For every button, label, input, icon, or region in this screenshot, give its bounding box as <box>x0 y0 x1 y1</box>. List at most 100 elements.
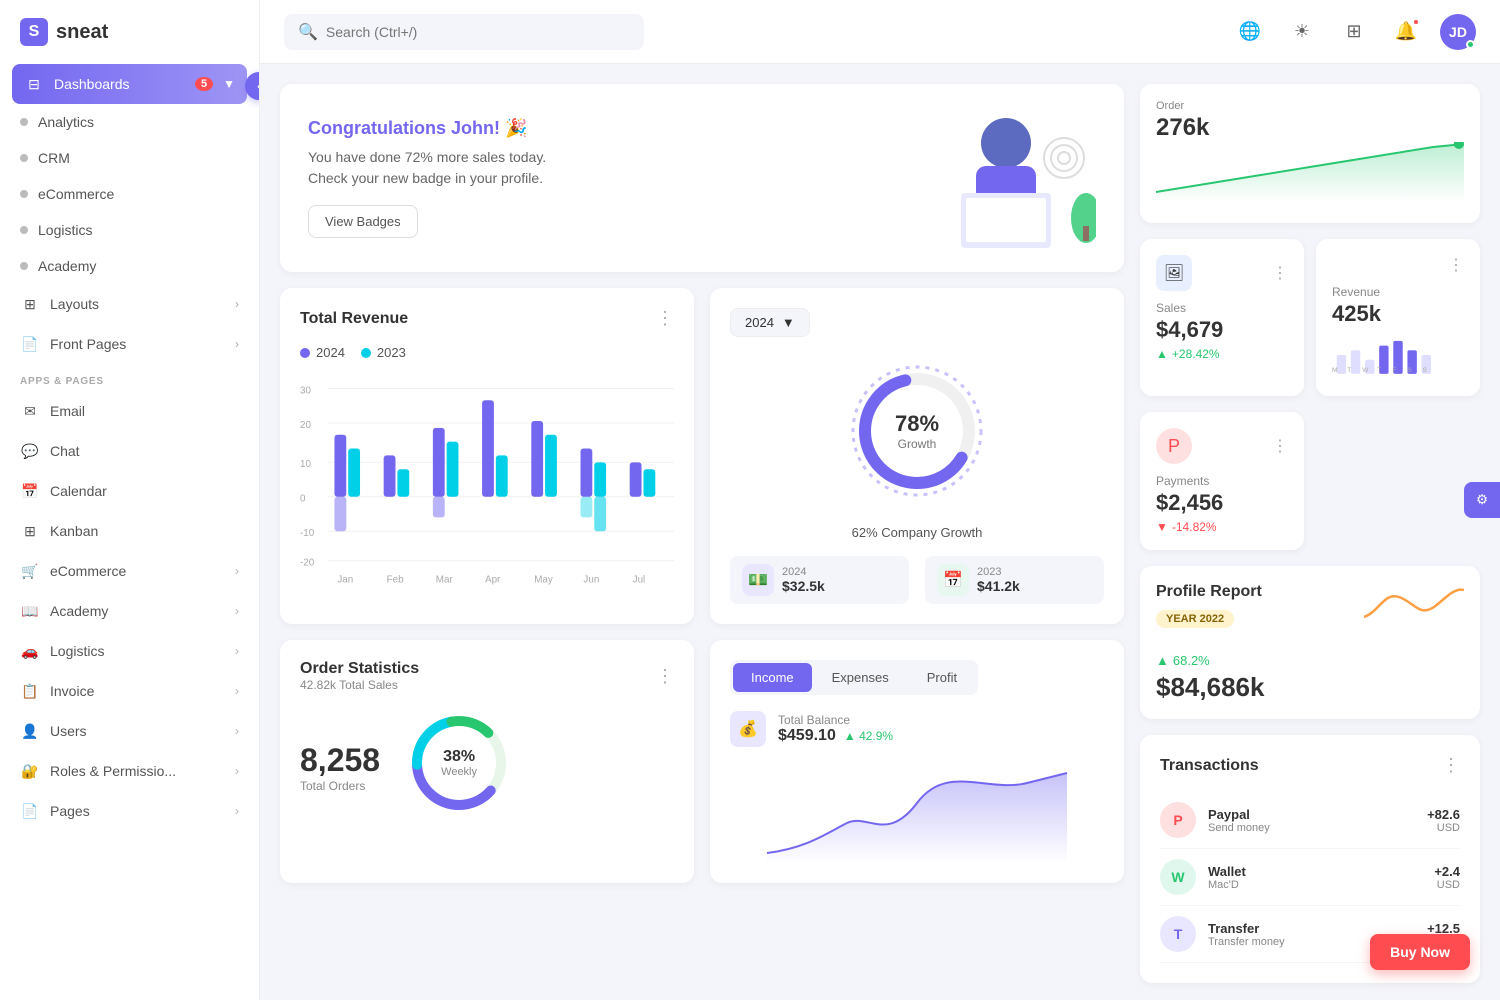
growth-stat-2023: 📅 2023 $41.2k <box>925 556 1104 604</box>
chevron-right-icon: › <box>235 337 239 351</box>
grid-icon[interactable]: ⊞ <box>1336 14 1372 50</box>
sidebar-item-academy2[interactable]: 📖 Academy › <box>0 591 259 631</box>
paypal-icon: P <box>1160 802 1196 838</box>
buy-now-button[interactable]: Buy Now <box>1370 934 1470 970</box>
sidebar-item-chat[interactable]: 💬 Chat <box>0 431 259 471</box>
tab-expenses[interactable]: Expenses <box>814 663 907 692</box>
more-options-icon[interactable]: ⋮ <box>1448 255 1464 275</box>
sidebar-collapse-button[interactable]: ‹ <box>245 72 260 100</box>
pages-icon: 📄 <box>20 801 40 821</box>
section-label: APPS & PAGES <box>0 364 259 391</box>
svg-text:-10: -10 <box>300 528 315 539</box>
dollar-icon: 💵 <box>742 564 774 596</box>
revenue-growth-row: Total Revenue ⋮ 2024 2023 <box>280 288 1124 624</box>
revenue-card-header: Total Revenue ⋮ <box>300 308 674 329</box>
legend-2023: 2023 <box>361 345 406 360</box>
sidebar-item-analytics[interactable]: Analytics <box>0 104 259 140</box>
welcome-title: Congratulations John! 🎉 <box>308 118 896 139</box>
profile-value: $84,686k <box>1156 672 1464 703</box>
payments-value: $2,456 <box>1156 490 1288 516</box>
right-column: Order 276k <box>1140 84 1480 983</box>
welcome-text: Congratulations John! 🎉 You have done 72… <box>308 118 896 238</box>
front-pages-icon: 📄 <box>20 334 40 354</box>
logo: S sneat <box>0 0 259 64</box>
profile-change: ▲ 68.2% <box>1156 653 1464 668</box>
svg-text:W: W <box>1362 367 1369 374</box>
year-badge: YEAR 2022 <box>1156 610 1234 628</box>
nav-dot <box>20 154 28 162</box>
svg-text:M: M <box>1332 367 1338 374</box>
sidebar-item-logistics2[interactable]: 🚗 Logistics › <box>0 631 259 671</box>
profile-sparkline-container <box>1364 582 1464 637</box>
trans-desc-paypal: Send money <box>1208 822 1415 834</box>
calendar-alt-icon: 📅 <box>937 564 969 596</box>
chart-legend: 2024 2023 <box>300 345 674 360</box>
bottom-row: Order Statistics 42.82k Total Sales ⋮ 8,… <box>280 640 1124 883</box>
sidebar-item-pages[interactable]: 📄 Pages › <box>0 791 259 831</box>
more-options-icon[interactable]: ⋮ <box>656 666 674 687</box>
sidebar-item-crm[interactable]: CRM <box>0 140 259 176</box>
sidebar-item-roles[interactable]: 🔐 Roles & Permissio... › <box>0 751 259 791</box>
sidebar-item-label: Front Pages <box>50 336 225 352</box>
globe-icon[interactable]: 🌐 <box>1232 14 1268 50</box>
total-orders-value: 8,258 <box>300 742 380 779</box>
nav-dot <box>20 226 28 234</box>
sidebar-item-front-pages[interactable]: 📄 Front Pages › <box>0 324 259 364</box>
search-box[interactable]: 🔍 <box>284 14 644 50</box>
more-options-icon[interactable]: ⋮ <box>656 308 674 329</box>
settings-button[interactable]: ⚙ <box>1464 482 1500 518</box>
sales-card: 🖼 ⋮ Sales $4,679 ▲ +28.42% <box>1140 239 1304 396</box>
order-donut: 38% Weekly <box>404 708 514 818</box>
avatar[interactable]: JD <box>1440 14 1476 50</box>
welcome-description: You have done 72% more sales today. Chec… <box>308 147 896 189</box>
tab-profit[interactable]: Profit <box>909 663 975 692</box>
more-options-icon[interactable]: ⋮ <box>1272 263 1288 283</box>
sidebar-item-logistics-top[interactable]: Logistics <box>0 212 259 248</box>
trans-desc-wallet: Mac'D <box>1208 879 1422 891</box>
avatar-online-indicator <box>1466 40 1475 49</box>
sidebar-item-dashboards[interactable]: ⊟ Dashboards 5 ▼ <box>12 64 247 104</box>
payments-row: P ⋮ Payments $2,456 ▼ -14.82% <box>1140 412 1480 550</box>
year-selector[interactable]: 2024 ▼ <box>730 308 810 337</box>
sidebar-item-invoice[interactable]: 📋 Invoice › <box>0 671 259 711</box>
svg-text:F: F <box>1392 367 1396 374</box>
svg-text:-20: -20 <box>300 558 315 569</box>
growth-label: Growth <box>895 437 939 451</box>
search-input[interactable] <box>326 24 630 40</box>
sidebar-item-email[interactable]: ✉ Email <box>0 391 259 431</box>
sidebar-item-calendar[interactable]: 📅 Calendar <box>0 471 259 511</box>
stat-year-2024: 2024 <box>782 566 825 578</box>
stat-year-2023: 2023 <box>977 566 1020 578</box>
svg-text:Jan: Jan <box>337 574 353 585</box>
chevron-right-icon: › <box>235 297 239 311</box>
sidebar-item-layouts[interactable]: ⊞ Layouts › <box>0 284 259 324</box>
tab-income[interactable]: Income <box>733 663 812 692</box>
view-badges-button[interactable]: View Badges <box>308 205 418 238</box>
svg-text:S: S <box>1407 367 1412 374</box>
sidebar-item-ecommerce[interactable]: eCommerce <box>0 176 259 212</box>
sidebar-item-label: CRM <box>38 150 239 166</box>
theme-icon[interactable]: ☀ <box>1284 14 1320 50</box>
sidebar-item-label: Logistics <box>50 643 225 659</box>
academy-icon: 📖 <box>20 601 40 621</box>
total-balance-label: Total Balance <box>778 713 893 727</box>
svg-text:May: May <box>534 574 553 585</box>
sales-value: $4,679 <box>1156 317 1288 343</box>
sidebar: S sneat ‹ ⊟ Dashboards 5 ▼ Analytics CRM… <box>0 0 260 1000</box>
sidebar-item-ecommerce2[interactable]: 🛒 eCommerce › <box>0 551 259 591</box>
svg-text:Jul: Jul <box>633 574 646 585</box>
logo-icon: S <box>20 18 48 46</box>
notification-button[interactable]: 🔔 <box>1388 14 1424 50</box>
svg-text:Mar: Mar <box>436 574 454 585</box>
more-options-icon[interactable]: ⋮ <box>1272 436 1288 456</box>
chevron-right-icon: › <box>235 724 239 738</box>
more-options-icon[interactable]: ⋮ <box>1442 755 1460 776</box>
kanban-icon: ⊞ <box>20 521 40 541</box>
sidebar-item-kanban[interactable]: ⊞ Kanban <box>0 511 259 551</box>
sidebar-item-label: Roles & Permissio... <box>50 763 225 779</box>
legend-2024: 2024 <box>300 345 345 360</box>
transaction-paypal: P Paypal Send money +82.6 USD <box>1160 792 1460 849</box>
total-orders-label: Total Orders <box>300 779 380 793</box>
sidebar-item-users[interactable]: 👤 Users › <box>0 711 259 751</box>
sidebar-item-academy-top[interactable]: Academy <box>0 248 259 284</box>
